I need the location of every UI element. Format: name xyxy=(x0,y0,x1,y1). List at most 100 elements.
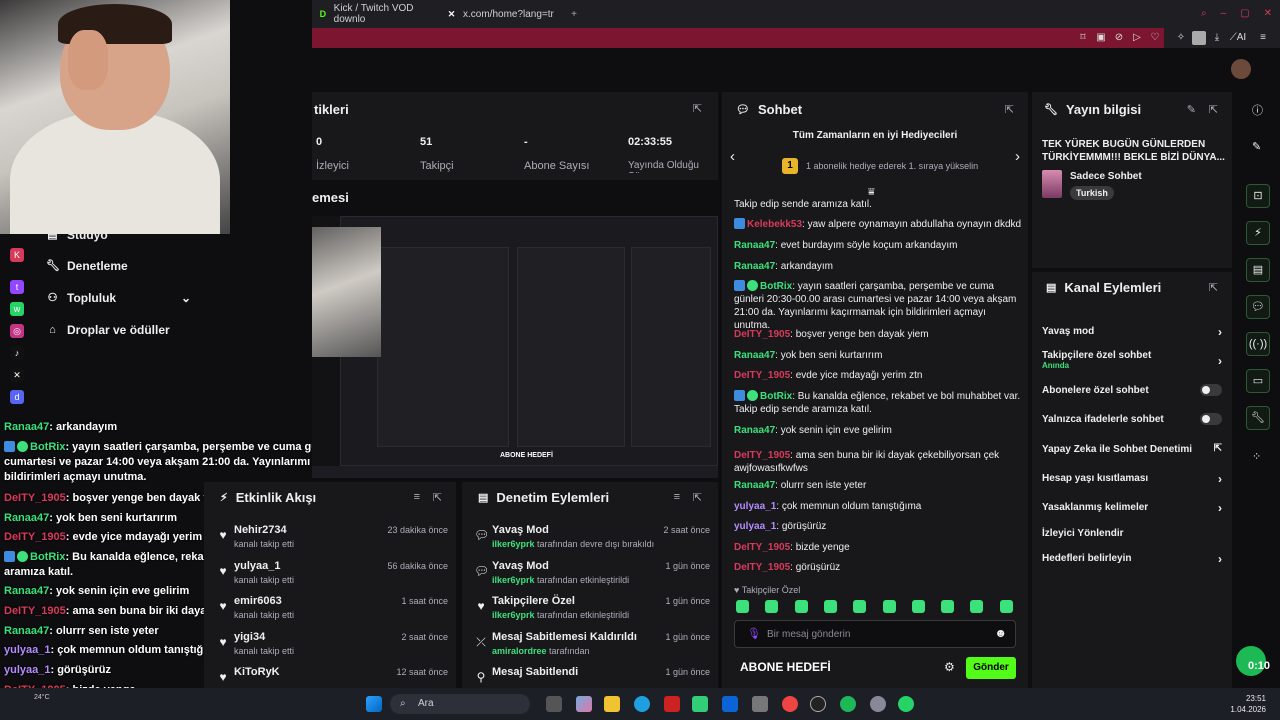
emote-icon[interactable] xyxy=(999,600,1013,613)
settings-icon[interactable]: ⚙ xyxy=(944,660,955,674)
emote-icon[interactable] xyxy=(794,600,808,613)
emote-icon[interactable] xyxy=(823,600,837,613)
tab-x-home[interactable]: ✕ x.com/home?lang=tr xyxy=(440,0,564,28)
app-icon[interactable] xyxy=(664,696,680,712)
taskbar-clock[interactable]: 23:51 1.04.2026 xyxy=(1230,693,1266,715)
steam-icon[interactable] xyxy=(870,696,886,712)
channel-action-item[interactable]: Abonelere özel sohbet xyxy=(1042,384,1226,396)
chat-message[interactable]: Kelebekk53: yaw alpere oynamayın abdulla… xyxy=(734,218,1024,231)
taskbar-search[interactable]: ⌕ Ara xyxy=(390,694,530,714)
twitch-social-icon[interactable]: t xyxy=(10,280,24,294)
emote-icon[interactable] xyxy=(911,600,925,613)
nav-community[interactable]: ⚇ Topluluk ⌄ xyxy=(46,291,191,305)
channel-action-item[interactable]: Hesap yaşı kısıtlaması › xyxy=(1042,472,1226,486)
chat-message[interactable]: yulyaa_1: çok memnun oldum tanıştığıma xyxy=(734,500,1024,513)
emote-icon[interactable] xyxy=(736,600,749,613)
emote-icon[interactable] xyxy=(765,600,779,613)
discord-social-icon[interactable]: d xyxy=(10,390,24,404)
chat-message[interactable]: yulyaa_1: görüşürüz xyxy=(734,520,1024,533)
clipboard-button[interactable]: ▤ xyxy=(1246,258,1270,282)
popout-icon[interactable]: ⇱ xyxy=(433,491,442,504)
chat-username[interactable]: yulyaa_1 xyxy=(734,501,776,512)
popout-icon[interactable]: ⇱ xyxy=(693,491,702,504)
chat-message[interactable]: DeITY_1905: görüşürüz xyxy=(734,561,1024,574)
new-tab-button[interactable]: + xyxy=(564,0,584,28)
close-icon[interactable]: ✕ xyxy=(1264,8,1272,19)
mod-action-row[interactable]: 💬︎ Yavaş Mod ilker6yprk tarafından etkinle… xyxy=(462,560,718,594)
bookmark-icon[interactable]: ⌑ xyxy=(1076,31,1090,45)
channel-action-item[interactable]: Yavaş mod › xyxy=(1042,325,1226,339)
chat-username[interactable]: Ranaa47 xyxy=(734,425,775,436)
chat-message[interactable]: Ranaa47: evet burdayım söyle koçum arkan… xyxy=(734,239,1024,252)
stream-preview[interactable]: ABONE HEDEFİ xyxy=(312,216,718,478)
chat-message[interactable]: Ranaa47: olurrr sen iste yeter xyxy=(734,479,1024,492)
crop-icon[interactable]: ▣ xyxy=(1094,31,1108,45)
chat-username[interactable]: Ranaa47 xyxy=(734,240,775,251)
whatsapp-social-icon[interactable]: w xyxy=(10,302,24,316)
layout-button[interactable]: ▭ xyxy=(1246,369,1270,393)
chat-button[interactable]: 💬︎ xyxy=(1246,295,1270,319)
toggle-switch[interactable] xyxy=(1200,413,1222,425)
instagram-social-icon[interactable]: ◎ xyxy=(10,324,24,338)
emote-icon[interactable] xyxy=(970,600,984,613)
chat-username[interactable]: Kelebekk53 xyxy=(747,219,802,230)
mic-icon[interactable]: 🎙︎ xyxy=(747,627,761,640)
chat-username[interactable]: Ranaa47 xyxy=(734,350,775,361)
mod-action-row[interactable]: ⤫ Mesaj Sabitlemesi Kaldırıldı amiralordre… xyxy=(462,631,718,665)
chat-username[interactable]: DeITY_1905 xyxy=(734,370,790,381)
chat-message[interactable]: BotRix: Bu kanalda eğlence, rekabet ve b… xyxy=(734,390,1024,416)
edit-icon[interactable]: ✎ xyxy=(1187,103,1196,116)
channel-action-item[interactable]: Yalnızca ifadelerle sohbet xyxy=(1042,413,1226,425)
toggle-switch[interactable] xyxy=(1200,384,1222,396)
filter-icon[interactable]: ≡ xyxy=(414,491,420,503)
camera-button[interactable]: ⊡ xyxy=(1246,184,1270,208)
wrench-button[interactable]: 🔧︎ xyxy=(1246,406,1270,430)
chat-username[interactable]: Ranaa47 xyxy=(734,261,775,272)
minimize-icon[interactable]: – xyxy=(1221,8,1227,19)
widgets-icon[interactable]: ⁘ xyxy=(1252,450,1261,463)
search-icon[interactable]: ⌕ xyxy=(1201,8,1207,19)
activity-row[interactable]: ♥ yulyaa_1 kanalı takip etti 56 dakika önce xyxy=(204,560,456,594)
emote-icon[interactable] xyxy=(853,600,867,613)
ai-icon[interactable]: ⟋AI xyxy=(1228,31,1248,45)
emoji-icon[interactable]: ☻ xyxy=(994,626,1007,640)
x-social-icon[interactable]: ✕ xyxy=(10,368,24,382)
channel-action-item[interactable]: Yasaklanmış kelimeler › xyxy=(1042,501,1226,515)
chat-message[interactable]: DeITY_1905: evde yice mdayağı yerim ztn xyxy=(734,369,1024,382)
nav-moderation[interactable]: 🔧︎ Denetleme xyxy=(46,259,128,273)
popout-icon[interactable]: ⇱ xyxy=(1209,103,1218,116)
explorer-icon[interactable] xyxy=(604,696,620,712)
profile-icon[interactable] xyxy=(1192,31,1206,45)
activity-row[interactable]: ♥ emir6063 kanalı takip etti 1 saat önce xyxy=(204,595,456,629)
spotify-icon[interactable] xyxy=(840,696,856,712)
extensions-icon[interactable]: ✧ xyxy=(1174,31,1188,45)
kick-social-icon[interactable]: K xyxy=(10,248,24,262)
chat-username[interactable]: DeITY_1905 xyxy=(734,329,790,340)
whatsapp-icon[interactable] xyxy=(898,696,914,712)
taskview-icon[interactable] xyxy=(546,696,562,712)
tiktok-social-icon[interactable]: ♪ xyxy=(10,346,24,360)
address-bar[interactable]: ⌑ ▣ ⊘ ▷ ♡ ✧ ⤓ ⟋AI ≡ xyxy=(312,28,1280,48)
download-icon[interactable]: ⤓ xyxy=(1210,31,1224,45)
windows-start-icon[interactable] xyxy=(366,696,382,712)
chevron-right-icon[interactable]: › xyxy=(1015,148,1020,165)
chat-message[interactable]: Ranaa47: arkandayım xyxy=(734,260,1024,273)
emote-icon[interactable] xyxy=(882,600,896,613)
bolt-button[interactable]: ⚡︎ xyxy=(1246,221,1270,245)
chat-message[interactable]: BotRix: yayın saatleri çarşamba, perşemb… xyxy=(734,280,1024,332)
activity-row[interactable]: ♥ yigi34 kanalı takip etti 2 saat önce xyxy=(204,631,456,665)
language-tag[interactable]: Turkish xyxy=(1070,186,1114,200)
play-icon[interactable]: ▷ xyxy=(1130,31,1144,45)
menu-icon[interactable]: ≡ xyxy=(1256,31,1270,45)
channel-action-item[interactable]: Hedefleri belirleyin › xyxy=(1042,552,1226,566)
send-button[interactable]: Gönder xyxy=(966,657,1016,679)
chat-username[interactable]: DeITY_1905 xyxy=(734,562,790,573)
info-icon[interactable]: ⓘ xyxy=(1252,102,1263,118)
chat-username[interactable]: DeITY_1905 xyxy=(734,450,790,461)
chat-username[interactable]: yulyaa_1 xyxy=(734,521,776,532)
mod-action-row[interactable]: 💬︎ Yavaş Mod ilker6yprk tarafından devre d… xyxy=(462,524,718,558)
chat-username[interactable]: DeITY_1905 xyxy=(734,542,790,553)
chat-message[interactable]: DeITY_1905: bizde yenge xyxy=(734,541,1024,554)
chat-input[interactable]: 🎙︎ Bir mesaj gönderin ☻ xyxy=(734,620,1016,648)
filter-icon[interactable]: ≡ xyxy=(674,491,680,503)
